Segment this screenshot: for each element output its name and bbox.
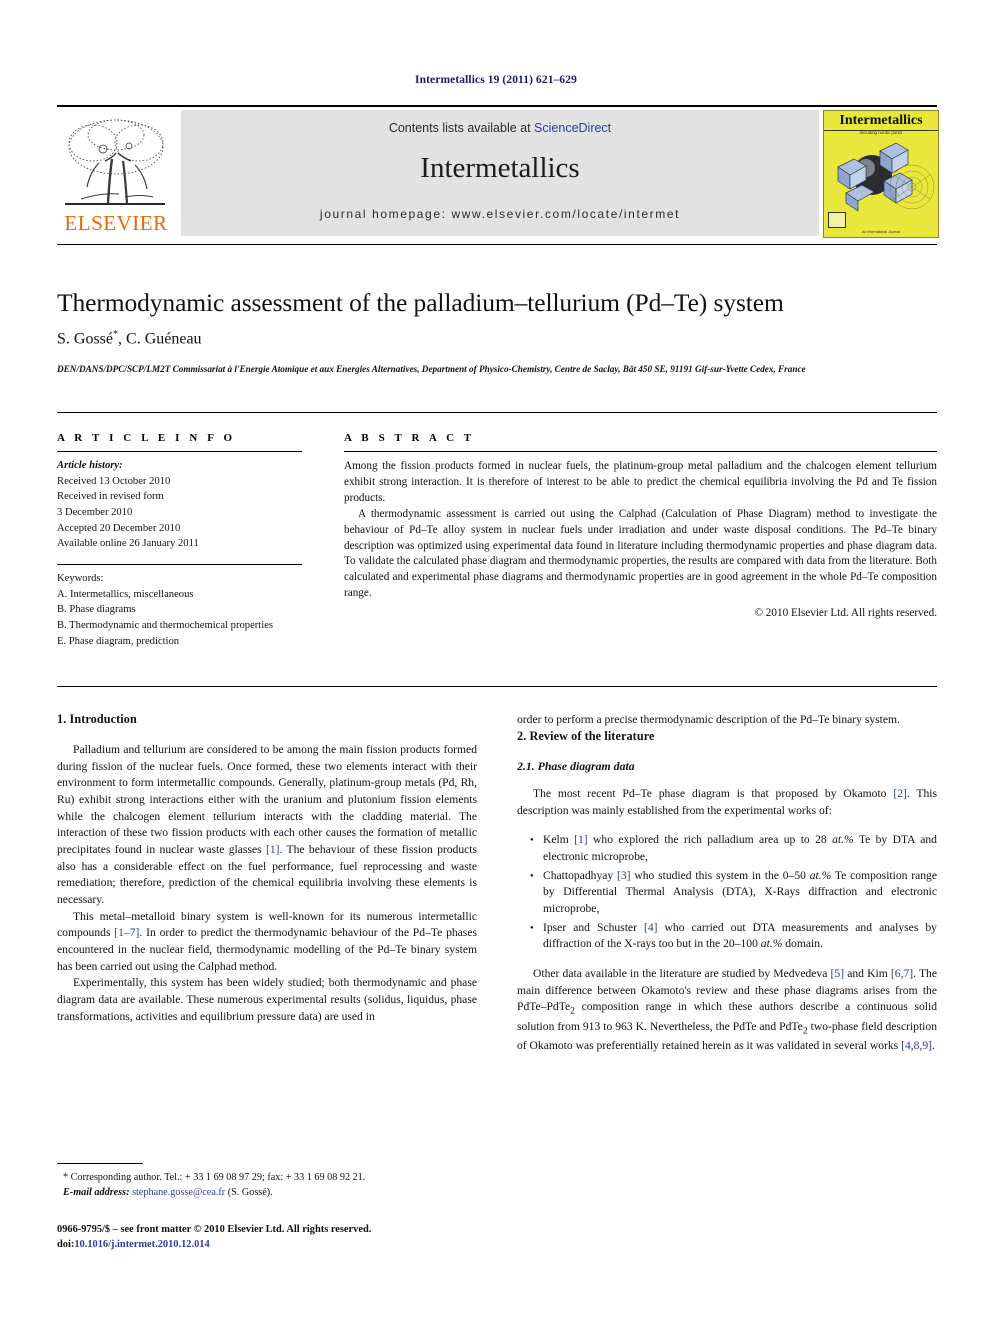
corresponding-author-footnote: * Corresponding author. Tel.: + 33 1 69 … (57, 1170, 477, 1201)
abstract-paragraph: A thermodynamic assessment is carried ou… (344, 507, 937, 600)
citation-ref[interactable]: [6,7] (891, 967, 913, 980)
citation-ref[interactable]: [4] (644, 921, 658, 934)
keyword-item: B. Thermodynamic and thermochemical prop… (57, 620, 274, 632)
list-item-text: domain. (782, 937, 823, 951)
citation-ref[interactable]: [1] (574, 833, 588, 846)
elsevier-wordmark: ELSEVIER (64, 211, 168, 235)
body-paragraph: Other data available in the literature a… (517, 966, 937, 1055)
keywords-label: Keywords: (57, 573, 104, 585)
elsevier-tree-icon (68, 119, 164, 204)
citation-ref[interactable]: [1–7] (114, 926, 139, 939)
list-item-text: who explored the rich palladium area up … (587, 833, 833, 847)
footnote-contact-line: * Corresponding author. Tel.: + 33 1 69 … (63, 1172, 366, 1183)
paragraph-text: Other data available in the literature a… (533, 967, 831, 981)
history-item: Received 13 October 2010 (57, 475, 171, 487)
abstract-band-top-rule (57, 412, 937, 413)
list-item: Ipser and Schuster [4] who carried out D… (530, 920, 937, 953)
email-link[interactable]: stephane.gosse@cea.fr (132, 1187, 225, 1198)
list-item: Chattopadhyay [3] who studied this syste… (530, 868, 937, 918)
front-matter-line: 0966-9795/$ – see front matter © 2010 El… (57, 1224, 372, 1235)
title-divider (57, 244, 937, 245)
citation-ref[interactable]: [2] (893, 787, 907, 800)
list-item-text: who studied this system in the 0–50 (630, 868, 810, 882)
abstract-paragraph: Among the fission products formed in nuc… (344, 460, 937, 504)
article-info-column: A R T I C L E I N F O Article history: R… (57, 432, 302, 649)
elsevier-logo: ELSEVIER (57, 111, 175, 237)
paragraph-text: Palladium and tellurium are considered t… (57, 742, 477, 856)
paragraph-text: . (932, 1038, 935, 1052)
history-item: Accepted 20 December 2010 (57, 522, 181, 534)
list-item-text: Kelm (543, 833, 575, 847)
keyword-item: A. Intermetallics, miscellaneous (57, 588, 194, 600)
abstract-heading: A B S T R A C T (344, 432, 475, 444)
contents-prefix: Contents lists available at (388, 121, 535, 135)
article-info-heading: A R T I C L E I N F O (57, 432, 236, 444)
author-secondary: , C. Guéneau (118, 330, 202, 348)
journal-banner: Contents lists available at ScienceDirec… (181, 110, 819, 236)
doi-line: doi:10.1016/j.intermet.2010.12.014 (57, 1237, 517, 1252)
keyword-item: B. Phase diagrams (57, 604, 136, 616)
citation-ref[interactable]: [4,8,9] (901, 1039, 932, 1052)
journal-homepage-link[interactable]: journal homepage: www.elsevier.com/locat… (181, 207, 819, 221)
doi-link[interactable]: 10.1016/j.intermet.2010.12.014 (74, 1239, 209, 1250)
citation-ref[interactable]: [3] (617, 869, 631, 882)
doi-label: doi: (57, 1239, 75, 1251)
body-column-right: order to perform a precise thermodynamic… (517, 712, 937, 1055)
paragraph-text: The most recent Pd–Te phase diagram is t… (533, 786, 894, 800)
footnote-email-line: E-mail address: stephane.gosse@cea.fr (S… (57, 1185, 477, 1200)
list-item: Kelm [1] who explored the rich palladium… (530, 832, 937, 865)
article-history-label: Article history: (57, 460, 123, 471)
article-title: Thermodynamic assessment of the palladiu… (57, 288, 784, 317)
history-item: 3 December 2010 (57, 507, 133, 519)
citation-ref[interactable]: [5] (831, 967, 845, 980)
page-footer: 0966-9795/$ – see front matter © 2010 El… (57, 1222, 517, 1252)
abstract-band-bottom-rule (57, 686, 937, 687)
article-history-block: Article history: Received 13 October 201… (57, 452, 302, 552)
subsection-heading-phase-diagram-data: 2.1. Phase diagram data (517, 758, 635, 773)
experimental-works-list: Kelm [1] who explored the rich palladium… (517, 832, 937, 953)
cover-footer-text: An International Journal (862, 229, 900, 234)
contents-available-line: Contents lists available at ScienceDirec… (181, 121, 819, 135)
paragraph-text: and Kim (844, 967, 891, 981)
footnote-rule (57, 1163, 143, 1164)
body-paragraph: This metal–metalloid binary system is we… (57, 909, 477, 976)
abstract-copyright: © 2010 Elsevier Ltd. All rights reserved… (754, 607, 938, 620)
abstract-body: Among the fission products formed in nuc… (344, 452, 937, 622)
paper-page: Intermetallics 19 (2011) 621–629 ELSEVIE… (0, 0, 992, 1323)
sciencedirect-link[interactable]: ScienceDirect (534, 121, 611, 135)
journal-masthead: ELSEVIER Contents lists available at Sci… (57, 105, 939, 239)
affiliation: DEN/DANS/DPC/SCP/LM2T Commissariat à l'E… (57, 364, 806, 374)
body-paragraph: Experimentally, this system has been wid… (57, 976, 477, 1023)
unit-label: at.% (809, 868, 832, 882)
keyword-item: E. Phase diagram, prediction (57, 635, 180, 647)
journal-cover-thumbnail: Intermetallics including nordic pores An… (823, 110, 939, 238)
cover-elsevier-mark (828, 212, 846, 228)
history-item: Received in revised form (57, 491, 164, 503)
body-paragraph: The most recent Pd–Te phase diagram is t… (517, 786, 937, 819)
journal-title: Intermetallics (420, 152, 580, 184)
tree-ground-line (65, 203, 165, 205)
cover-title: Intermetallics (824, 113, 938, 131)
body-column-left: 1. Introduction Palladium and tellurium … (57, 712, 477, 1026)
email-owner: (S. Gossé). (225, 1187, 273, 1199)
abstract-column: A B S T R A C T Among the fission produc… (344, 432, 937, 622)
body-paragraph: Palladium and tellurium are considered t… (57, 742, 477, 909)
running-head: Intermetallics 19 (2011) 621–629 (415, 74, 577, 86)
history-item: Available online 26 January 2011 (57, 538, 199, 550)
list-item-text: Ipser and Schuster (543, 920, 644, 934)
email-label: E-mail address: (63, 1187, 130, 1199)
section-heading-introduction: 1. Introduction (57, 712, 137, 726)
author-primary: S. Gossé (57, 330, 114, 348)
body-paragraph-continued: order to perform a precise thermodynamic… (517, 713, 900, 726)
crystal-structure-icon (837, 142, 935, 212)
unit-label: at.% (760, 937, 783, 951)
author-list: S. Gossé*, C. Guéneau (57, 329, 937, 348)
list-item-text: Chattopadhyay (543, 868, 617, 882)
keywords-block: Keywords: A. Intermetallics, miscellaneo… (57, 565, 302, 649)
section-heading-review: 2. Review of the literature (517, 728, 655, 743)
unit-label: at.% (832, 833, 854, 847)
citation-ref[interactable]: [1] (266, 843, 280, 856)
